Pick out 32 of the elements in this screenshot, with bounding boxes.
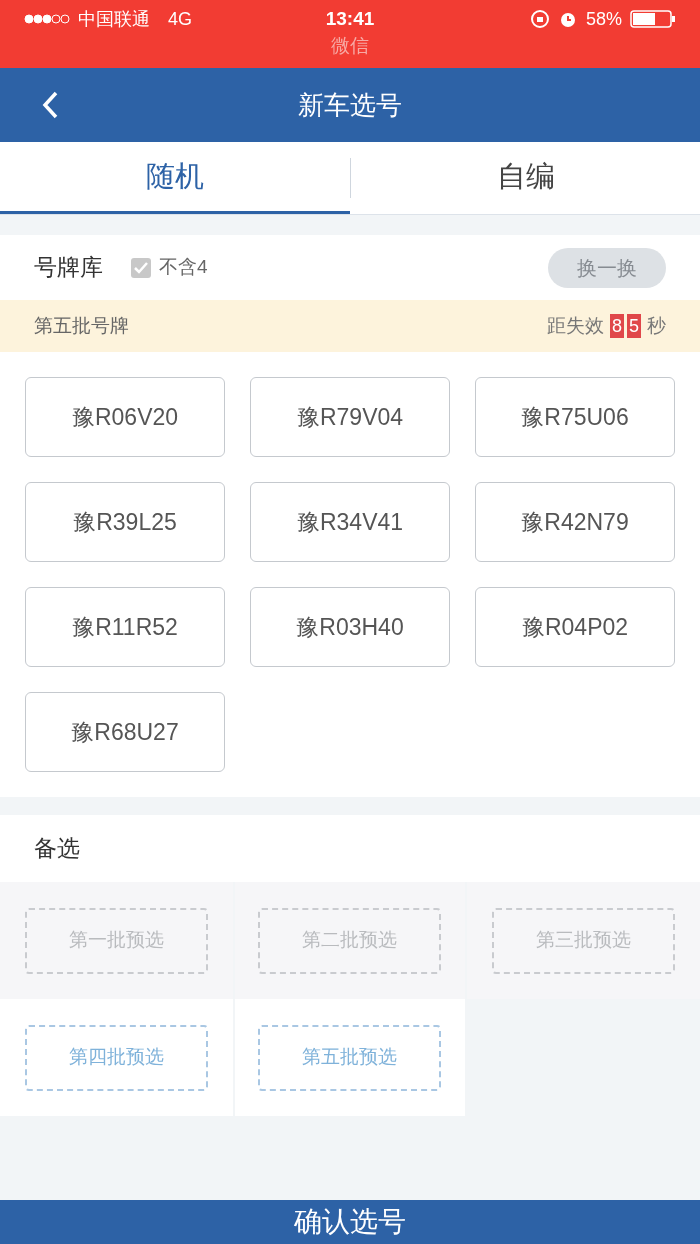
plate-number-button[interactable]: 豫R39L25 (25, 482, 225, 562)
section-title: 备选 (34, 834, 80, 864)
exclude-four-checkbox[interactable]: 不含4 (131, 253, 208, 282)
section-title: 号牌库 (34, 253, 103, 283)
rotation-lock-icon (530, 9, 550, 29)
time-text: 13:41 (325, 6, 375, 31)
signal-icon (24, 14, 70, 24)
countdown-prefix: 距失效 (546, 313, 604, 338)
batch-label: 第五批号牌 (34, 313, 129, 338)
network-text: 4G (168, 7, 192, 31)
plate-number-button[interactable]: 豫R68U27 (25, 692, 225, 772)
plate-number-button[interactable]: 豫R04P02 (475, 587, 675, 667)
countdown-digit: 8 (609, 314, 624, 338)
plate-number-button[interactable]: 豫R34V41 (250, 482, 450, 562)
plate-number-button[interactable]: 豫R11R52 (25, 587, 225, 667)
plate-number-button[interactable]: 豫R42N79 (475, 482, 675, 562)
countdown-suffix: 秒 (647, 313, 666, 338)
carrier-text: 中国联通 (78, 7, 150, 31)
plate-number-button[interactable]: 豫R06V20 (25, 377, 225, 457)
check-icon (134, 261, 148, 274)
confirm-button[interactable]: 确认选号 (0, 1200, 700, 1244)
checkbox[interactable] (131, 257, 151, 278)
plate-number-button[interactable]: 豫R79V04 (250, 377, 450, 457)
tab[interactable]: 自编 (351, 142, 700, 214)
battery-text: 58% (586, 7, 622, 31)
tab[interactable]: 随机 (0, 142, 350, 214)
countdown-digit: 5 (627, 314, 641, 338)
page-title: 新车选号 (298, 88, 402, 122)
back-icon (42, 91, 58, 119)
battery-icon (630, 10, 676, 28)
plate-number-button[interactable]: 豫R03H40 (250, 587, 450, 667)
plate-number-button[interactable]: 豫R75U06 (475, 377, 675, 457)
